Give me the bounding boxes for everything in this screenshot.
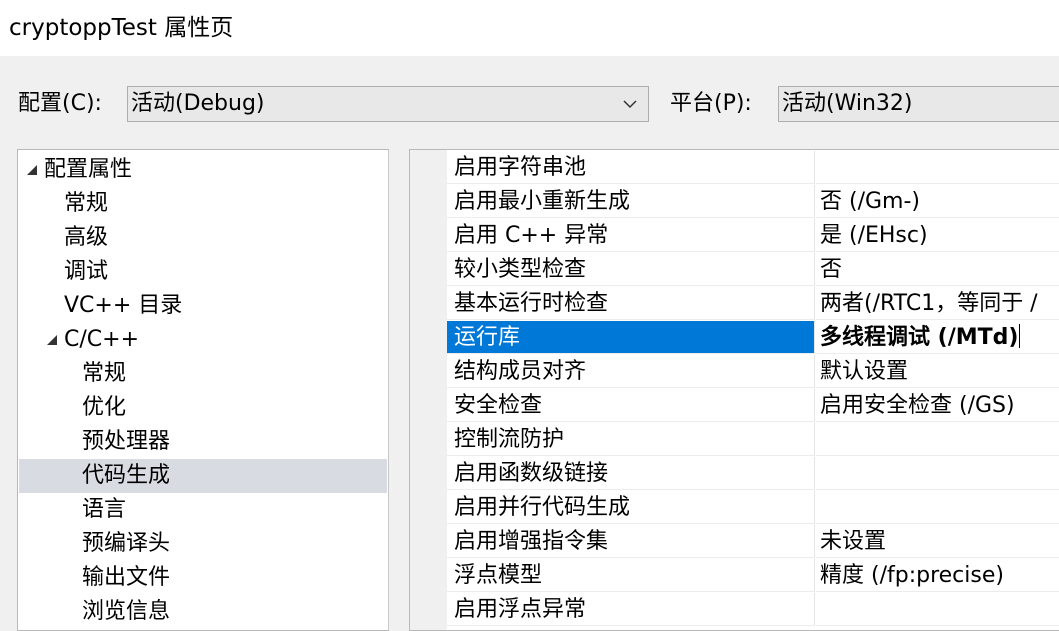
- tree-item-label: C/C++: [64, 327, 140, 352]
- property-value: 否 (/Gm-): [816, 185, 1059, 218]
- property-row[interactable]: 较小类型检查否: [447, 253, 1059, 287]
- property-value: [816, 593, 1059, 626]
- property-name: 启用函数级链接: [447, 457, 815, 490]
- property-value: 未设置: [816, 525, 1059, 558]
- property-row[interactable]: 控制流防护: [447, 423, 1059, 457]
- tree-item[interactable]: 常规: [19, 187, 387, 221]
- platform-dropdown[interactable]: 活动(Win32): [778, 86, 1059, 122]
- property-name: 启用并行代码生成: [447, 491, 815, 524]
- property-value: 精度 (/fp:precise): [816, 559, 1059, 592]
- property-row[interactable]: 启用浮点异常: [447, 593, 1059, 627]
- property-name: 安全检查: [447, 389, 815, 422]
- tree-item[interactable]: 调试: [19, 255, 387, 289]
- platform-label: 平台(P):: [670, 91, 752, 116]
- property-row[interactable]: 启用增强指令集 未设置: [447, 525, 1059, 559]
- tree-item-label: 浏览信息: [82, 599, 171, 624]
- tree-item[interactable]: VC++ 目录: [19, 289, 387, 323]
- property-value: 默认设置: [816, 355, 1059, 388]
- config-dropdown[interactable]: 活动(Debug): [127, 86, 649, 122]
- tree-item[interactable]: 预编译头: [19, 527, 387, 561]
- property-value: 否: [816, 253, 1059, 286]
- property-value-text: 多线程调试 (/MTd): [820, 325, 1019, 350]
- tree-item[interactable]: 输出文件: [19, 561, 387, 595]
- property-value-text: 两者(/RTC1，等同于 /: [820, 291, 1038, 316]
- tree-item-label: 高级: [64, 225, 109, 250]
- chevron-down-icon: [623, 100, 637, 109]
- property-value-text: 未设置: [820, 529, 887, 554]
- property-value-text: 否: [820, 257, 843, 282]
- property-name: 浮点模型: [447, 559, 815, 592]
- property-row[interactable]: 浮点模型 精度 (/fp:precise): [447, 559, 1059, 593]
- property-value-text: 否 (/Gm-): [820, 189, 920, 214]
- property-row[interactable]: 运行库 多线程调试 (/MTd): [447, 321, 1059, 355]
- property-name: 运行库: [447, 321, 815, 354]
- property-row[interactable]: 安全检查 启用安全检查 (/GS): [447, 389, 1059, 423]
- tree-item-label: 配置属性: [44, 157, 133, 182]
- property-name: 启用 C++ 异常: [447, 219, 815, 252]
- property-value: [816, 491, 1059, 524]
- tree-item-label: 常规: [82, 361, 127, 386]
- property-grid-gutter: [410, 150, 447, 630]
- property-value: [816, 457, 1059, 490]
- tree-item-label: 预处理器: [82, 429, 171, 454]
- property-value: [816, 151, 1059, 184]
- tree-item[interactable]: 预处理器: [19, 425, 387, 459]
- tree-item[interactable]: 常规: [19, 357, 387, 391]
- title-bar: cryptoppTest 属性页: [0, 0, 1059, 56]
- tree-item-label: 输出文件: [82, 565, 171, 590]
- expanded-caret-icon[interactable]: [27, 165, 37, 175]
- config-dropdown-value: 活动(Debug): [131, 91, 265, 116]
- config-tree[interactable]: 配置属性 常规 高级 调试 VC++ 目录 C/C++ 常规 优化 预处理器 代码生成 语言 预编译头…: [17, 149, 389, 631]
- tree-item[interactable]: C/C++: [19, 323, 387, 357]
- config-label: 配置(C):: [18, 91, 102, 116]
- expanded-caret-icon[interactable]: [47, 335, 57, 345]
- property-name: 控制流防护: [447, 423, 815, 456]
- tree-item-label: 代码生成: [82, 463, 171, 488]
- property-row[interactable]: 启用最小重新生成否 (/Gm-): [447, 185, 1059, 219]
- property-value: 两者(/RTC1，等同于 /: [816, 287, 1059, 320]
- text-cursor: [1019, 324, 1021, 348]
- property-row[interactable]: 结构成员对齐 默认设置: [447, 355, 1059, 389]
- property-row[interactable]: 启用并行代码生成: [447, 491, 1059, 525]
- property-name: 启用字符串池: [447, 151, 815, 184]
- tree-item[interactable]: 浏览信息: [19, 595, 387, 629]
- property-row[interactable]: 启用字符串池: [447, 151, 1059, 185]
- property-value[interactable]: 多线程调试 (/MTd): [816, 321, 1059, 354]
- tree-item-label: 调试: [64, 259, 109, 284]
- platform-dropdown-value: 活动(Win32): [782, 91, 913, 116]
- tree-item[interactable]: 配置属性: [19, 153, 387, 187]
- property-row[interactable]: 基本运行时检查 两者(/RTC1，等同于 /: [447, 287, 1059, 321]
- property-name: 启用增强指令集: [447, 525, 815, 558]
- property-value: [816, 423, 1059, 456]
- property-value: 是 (/EHsc): [816, 219, 1059, 252]
- property-value-text: 启用安全检查 (/GS): [820, 393, 1015, 418]
- tree-item[interactable]: 优化: [19, 391, 387, 425]
- property-value-text: 是 (/EHsc): [820, 223, 928, 248]
- property-name: 基本运行时检查: [447, 287, 815, 320]
- tree-item-label: VC++ 目录: [64, 293, 183, 318]
- tree-item-label: 语言: [82, 497, 127, 522]
- tree-item-label: 优化: [82, 395, 127, 420]
- property-name: 较小类型检查: [447, 253, 815, 286]
- tree-item[interactable]: 代码生成: [19, 459, 387, 493]
- tree-item[interactable]: 高级: [19, 221, 387, 255]
- tree-item[interactable]: 语言: [19, 493, 387, 527]
- window-title: cryptoppTest 属性页: [9, 15, 234, 41]
- property-row[interactable]: 启用函数级链接: [447, 457, 1059, 491]
- property-name: 启用浮点异常: [447, 593, 815, 626]
- property-name: 结构成员对齐: [447, 355, 815, 388]
- property-value-text: 默认设置: [820, 359, 909, 384]
- property-value-text: 精度 (/fp:precise): [820, 563, 1004, 588]
- tree-item-label: 常规: [64, 191, 109, 216]
- property-value: 启用安全检查 (/GS): [816, 389, 1059, 422]
- tree-item-label: 预编译头: [82, 531, 171, 556]
- property-grid[interactable]: 启用字符串池 启用最小重新生成否 (/Gm-) 启用 C++ 异常是 (/EHsc)…: [409, 149, 1059, 631]
- property-row[interactable]: 启用 C++ 异常是 (/EHsc): [447, 219, 1059, 253]
- property-name: 启用最小重新生成: [447, 185, 815, 218]
